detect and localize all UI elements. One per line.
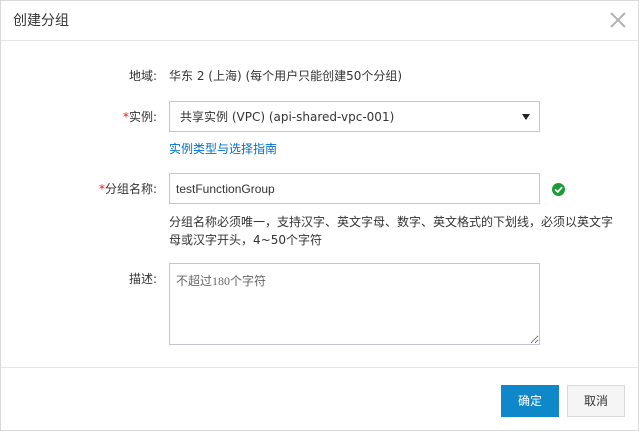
check-circle-icon [552, 183, 565, 196]
dialog-header: 创建分组 [1, 1, 638, 41]
instance-guide-link[interactable]: 实例类型与选择指南 [169, 141, 277, 157]
region-label: 地域: [128, 69, 157, 83]
cancel-button[interactable]: 取消 [567, 385, 625, 417]
close-icon[interactable] [608, 10, 628, 30]
create-group-dialog: 创建分组 地域: 华东 2 (上海) (每个用户只能创建50个分组) *实例: … [0, 0, 639, 431]
confirm-button[interactable]: 确定 [501, 385, 559, 417]
region-value: 华东 2 (上海) (每个用户只能创建50个分组) [169, 69, 403, 83]
group-name-help: 分组名称必须唯一，支持汉字、英文字母、数字、英文格式的下划线，必须以英文字母或汉… [169, 215, 614, 247]
dialog-title: 创建分组 [13, 13, 69, 29]
group-name-input[interactable] [169, 173, 540, 204]
description-textarea[interactable] [169, 263, 540, 345]
instance-select-value: 共享实例 (VPC) (api-shared-vpc-001) [180, 110, 395, 124]
instance-label: *实例: [1, 109, 157, 125]
caret-down-icon [522, 114, 530, 120]
group-name-label: *分组名称: [1, 181, 157, 197]
instance-label-text: 实例: [128, 110, 157, 124]
description-label: 描述: [128, 272, 157, 286]
group-name-label-text: 分组名称: [104, 182, 157, 196]
instance-select[interactable]: 共享实例 (VPC) (api-shared-vpc-001) [169, 101, 540, 132]
